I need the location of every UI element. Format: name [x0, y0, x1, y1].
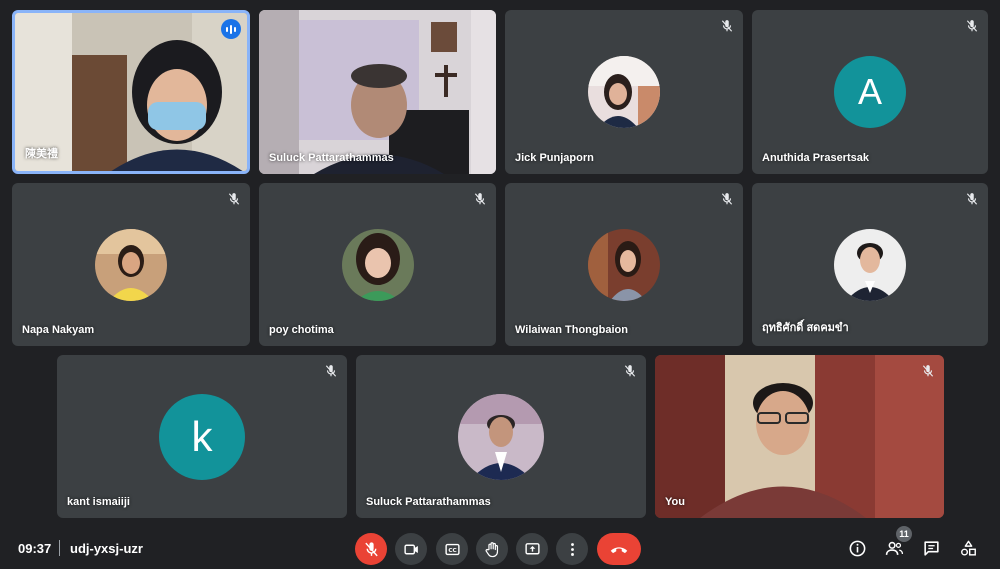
participant-tile-0[interactable]: 陳美禮 [12, 10, 250, 174]
participants-button[interactable]: 11 [882, 526, 912, 560]
participant-tile-7[interactable]: ฤทธิศักดิ์ สดคมขำ [752, 183, 988, 346]
participant-name: Wilaiwan Thongbaion [515, 324, 628, 336]
participant-video [655, 355, 944, 518]
participant-name: Jick Punjaporn [515, 152, 594, 164]
participant-tile-8[interactable]: k kant ismaiiji [57, 355, 347, 518]
avatar [341, 228, 414, 301]
divider [59, 540, 60, 556]
mic-off-icon [918, 361, 938, 381]
mic-off-icon [962, 16, 982, 36]
hand-icon [485, 541, 498, 557]
mic-off-icon [717, 189, 737, 209]
participant-tile-9[interactable]: Suluck Pattarathammas [356, 355, 646, 518]
avatar [588, 56, 660, 128]
hang-up-icon [610, 547, 628, 554]
meeting-details-button[interactable] [845, 536, 869, 560]
avatar [588, 228, 660, 301]
participant-tile-5[interactable]: poy chotima [259, 183, 496, 346]
mic-off-icon [717, 16, 737, 36]
mic-off-icon [364, 541, 378, 556]
chat-button[interactable] [919, 536, 943, 560]
participant-name: 陳美禮 [25, 148, 58, 160]
present-screen-button[interactable] [516, 533, 548, 565]
participant-name: Suluck Pattarathammas [366, 496, 491, 508]
participant-tile-1[interactable]: Suluck Pattarathammas [259, 10, 496, 174]
raise-hand-button[interactable] [476, 533, 508, 565]
shapes-icon [960, 540, 976, 556]
participant-tile-3[interactable]: A Anuthida Prasertsak [752, 10, 988, 174]
mic-off-icon [962, 189, 982, 209]
avatar: k [159, 393, 245, 480]
participant-name: You [665, 496, 685, 508]
mic-toggle-button[interactable] [355, 533, 387, 565]
mic-off-icon [470, 189, 490, 209]
participant-name: kant ismaiiji [67, 496, 130, 508]
avatar [834, 228, 906, 301]
present-icon [524, 542, 540, 554]
more-vertical-icon [570, 542, 574, 556]
leave-call-button[interactable] [597, 533, 641, 565]
svg-text:CC: CC [448, 547, 456, 553]
captions-button[interactable]: CC [436, 533, 468, 565]
participant-video [259, 10, 496, 174]
avatar [458, 393, 544, 480]
mic-off-icon [620, 361, 640, 381]
participant-name: Napa Nakyam [22, 324, 95, 336]
meeting-toolbar: 09:37 udj-yxsj-uzr CC 11 [0, 526, 1000, 569]
participant-tile-4[interactable]: Napa Nakyam [12, 183, 250, 346]
participant-tile-10[interactable]: You [655, 355, 944, 518]
participant-count-badge: 11 [896, 526, 912, 542]
mic-off-icon [224, 189, 244, 209]
participant-name: ฤทธิศักดิ์ สดคมขำ [762, 322, 849, 334]
mic-off-icon [321, 361, 341, 381]
camera-icon [403, 544, 418, 554]
participant-name: Anuthida Prasertsak [762, 152, 869, 164]
camera-toggle-button[interactable] [395, 533, 427, 565]
participant-tile-2[interactable]: Jick Punjaporn [505, 10, 743, 174]
activities-button[interactable] [956, 536, 980, 560]
chat-icon [923, 540, 939, 556]
avatar [95, 228, 167, 301]
participant-name: poy chotima [269, 324, 334, 336]
captions-icon: CC [444, 543, 460, 555]
meeting-time: 09:37 [18, 541, 52, 556]
meeting-code: udj-yxsj-uzr [70, 541, 143, 556]
participant-name: Suluck Pattarathammas [269, 152, 394, 164]
participant-tile-6[interactable]: Wilaiwan Thongbaion [505, 183, 743, 346]
more-options-button[interactable] [556, 533, 588, 565]
info-icon [849, 540, 865, 556]
speaking-indicator-icon [221, 19, 241, 39]
avatar: A [834, 56, 906, 128]
